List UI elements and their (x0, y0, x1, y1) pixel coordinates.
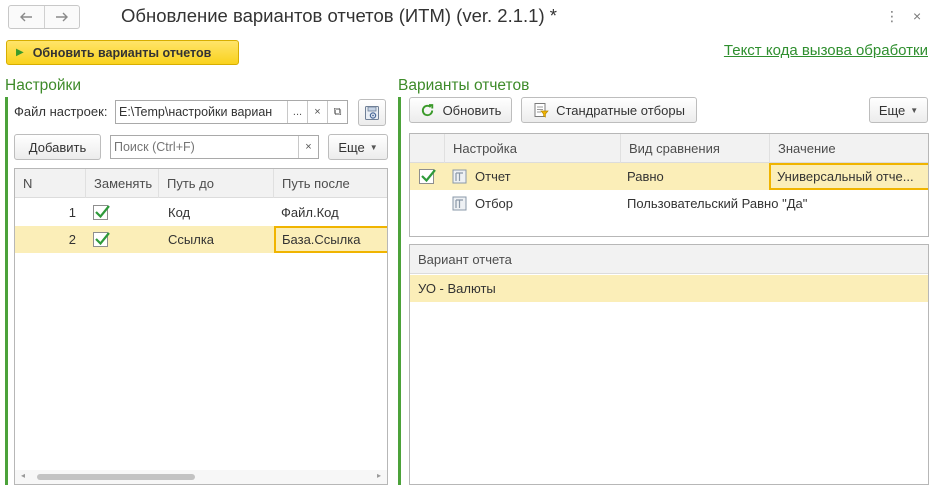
variants-more-label: Еще (878, 102, 906, 118)
row-number: 1 (68, 205, 76, 220)
more-actions-icon[interactable]: ⋮ (885, 8, 899, 25)
close-icon[interactable]: × (913, 8, 921, 24)
settings-table: N Заменять Путь до Путь после 1 Код Файл… (14, 168, 388, 485)
settings-search-field[interactable]: × (110, 135, 319, 159)
report-variants-header: Вариант отчета (410, 245, 928, 274)
checkmark-icon (95, 205, 110, 219)
col-check (410, 134, 444, 163)
forward-button[interactable] (43, 6, 80, 28)
add-button[interactable]: Добавить (14, 134, 101, 160)
chevron-down-icon: ▼ (910, 105, 919, 115)
search-clear-button[interactable]: × (298, 136, 318, 158)
play-icon: ▶ (16, 47, 24, 58)
path-from: Код (168, 205, 191, 220)
path-to[interactable]: База.Ссылка (274, 226, 387, 253)
settings-file-field[interactable]: E:\Temp\настройки вариан ... × ⧉ (115, 100, 348, 124)
window-title: Обновление вариантов отчетов (ИТМ) (ver.… (121, 5, 557, 26)
refresh-label: Обновить (442, 102, 502, 118)
code-text-link[interactable]: Текст кода вызова обработки (724, 42, 928, 59)
col-path-to[interactable]: Путь после (273, 169, 387, 198)
replace-checkbox[interactable] (93, 232, 110, 247)
replace-checkbox[interactable] (93, 205, 110, 220)
scroll-right-icon[interactable]: ▸ (377, 471, 381, 480)
refresh-button[interactable]: Обновить (409, 97, 512, 123)
arrow-left-icon (20, 12, 33, 22)
variants-more-button[interactable]: Еще ▼ (869, 97, 928, 123)
variants-title: Варианты отчетов (398, 77, 530, 94)
table-row[interactable]: Отчет Равно Универсальный отче... (410, 163, 928, 190)
update-variants-button[interactable]: ▶ Обновить варианты отчетов (6, 40, 239, 65)
filter-setting: Отчет (475, 169, 511, 184)
filter-setting: Отбор (475, 196, 513, 211)
settings-more-button[interactable]: Еще ▼ (328, 134, 388, 160)
col-report-variant[interactable]: Вариант отчета (410, 245, 928, 274)
col-setting[interactable]: Настройка (444, 134, 620, 163)
settings-file-label: Файл настроек: (14, 104, 108, 119)
settings-save-button[interactable] (358, 99, 386, 126)
path-to: Файл.Код (281, 205, 339, 220)
settings-search-input[interactable] (111, 136, 298, 158)
col-path-from[interactable]: Путь до (158, 169, 273, 198)
settings-file-icon (365, 105, 379, 120)
filter-value[interactable]: Универсальный отче... (769, 163, 928, 190)
use-filter-checkbox[interactable] (419, 169, 436, 184)
checkmark-icon (95, 232, 110, 246)
navigation-buttons (8, 5, 80, 29)
chevron-down-icon: ▼ (369, 142, 378, 152)
filter-document-icon (534, 103, 549, 118)
row-number: 2 (68, 232, 76, 247)
col-replace[interactable]: Заменять (85, 169, 158, 198)
standard-filters-button[interactable]: Стандратные отборы (521, 97, 697, 123)
settings-title: Настройки (5, 77, 82, 94)
open-file-button[interactable]: ⧉ (327, 101, 347, 123)
filters-table-header: Настройка Вид сравнения Значение (410, 134, 928, 163)
col-n[interactable]: N (15, 169, 85, 198)
scrollbar-thumb[interactable] (37, 474, 195, 480)
arrow-right-icon (55, 12, 68, 22)
back-button[interactable] (9, 6, 44, 28)
table-row[interactable]: 1 Код Файл.Код (15, 199, 387, 226)
filter-field-icon (452, 169, 467, 184)
settings-table-header: N Заменять Путь до Путь после (15, 169, 387, 198)
report-variant-name: УО - Валюты (418, 281, 496, 296)
filter-comparison: Равно (627, 169, 664, 184)
table-row[interactable]: Отбор Пользовательский Равно "Да" (410, 190, 928, 217)
table-row[interactable]: 2 Ссылка База.Ссылка (15, 226, 387, 253)
horizontal-scrollbar[interactable]: ◂ ▸ (15, 470, 387, 484)
settings-group-bar (5, 97, 8, 485)
settings-file-value: E:\Temp\настройки вариан (119, 105, 273, 119)
filter-field-icon (452, 196, 467, 211)
clear-file-button[interactable]: × (307, 101, 327, 123)
choose-file-button[interactable]: ... (287, 101, 307, 123)
path-from: Ссылка (168, 232, 215, 247)
checkmark-icon (421, 169, 436, 183)
refresh-icon (421, 103, 433, 116)
filter-comparison: Пользовательский Равно "Да" (627, 196, 808, 211)
standard-filters-label: Стандратные отборы (556, 102, 685, 118)
filters-table: Настройка Вид сравнения Значение Отчет Р… (409, 133, 929, 237)
variants-group-bar (398, 97, 401, 485)
col-comparison[interactable]: Вид сравнения (620, 134, 769, 163)
list-item[interactable]: УО - Валюты (410, 275, 928, 302)
settings-more-label: Еще (338, 139, 365, 155)
col-value[interactable]: Значение (769, 134, 928, 163)
update-variants-label: Обновить варианты отчетов (32, 45, 212, 60)
report-variants-table: Вариант отчета УО - Валюты (409, 244, 929, 485)
scroll-left-icon[interactable]: ◂ (21, 471, 25, 480)
